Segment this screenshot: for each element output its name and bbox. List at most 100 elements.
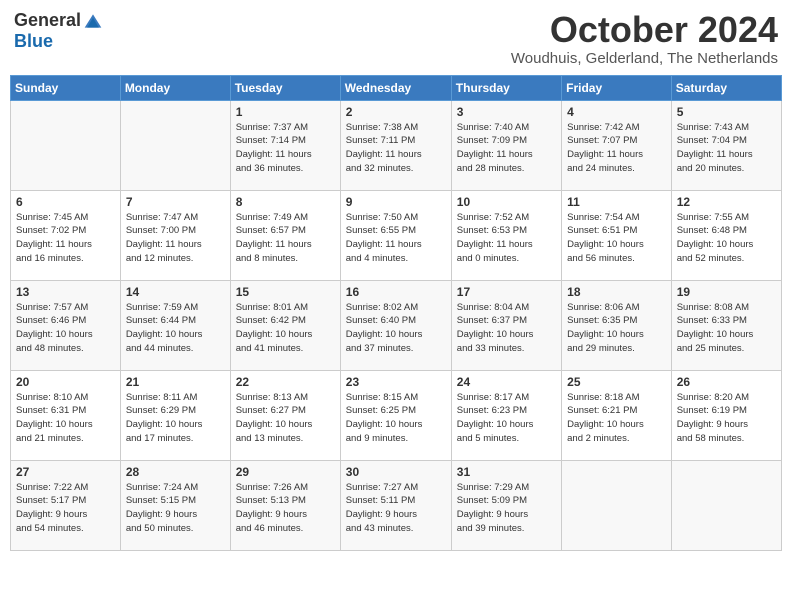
day-info: Sunrise: 7:49 AM Sunset: 6:57 PM Dayligh… — [236, 211, 335, 266]
calendar-week-2: 6 Sunrise: 7:45 AM Sunset: 7:02 PM Daylig… — [11, 190, 782, 280]
calendar-cell: 9 Sunrise: 7:50 AM Sunset: 6:55 PM Daylig… — [340, 190, 451, 280]
calendar-cell: 18Sunrise: 8:06 AM Sunset: 6:35 PM Dayli… — [562, 280, 672, 370]
calendar-cell — [562, 460, 672, 550]
day-number: 5 — [677, 105, 776, 119]
day-info: Sunrise: 8:06 AM Sunset: 6:35 PM Dayligh… — [567, 301, 666, 356]
logo-icon — [83, 11, 103, 31]
day-info: Sunrise: 7:52 AM Sunset: 6:53 PM Dayligh… — [457, 211, 556, 266]
calendar-cell: 27 Sunrise: 7:22 AM Sunset: 5:17 PM Dayli… — [11, 460, 121, 550]
calendar-cell — [671, 460, 781, 550]
weekday-header-tuesday: Tuesday — [230, 75, 340, 100]
day-number: 3 — [457, 105, 556, 119]
day-number: 29 — [236, 465, 335, 479]
day-number: 31 — [457, 465, 556, 479]
day-number: 20 — [16, 375, 115, 389]
day-number: 8 — [236, 195, 335, 209]
calendar-cell: 2 Sunrise: 7:38 AM Sunset: 7:11 PM Daylig… — [340, 100, 451, 190]
calendar-cell: 6 Sunrise: 7:45 AM Sunset: 7:02 PM Daylig… — [11, 190, 121, 280]
day-number: 6 — [16, 195, 115, 209]
weekday-header-friday: Friday — [562, 75, 672, 100]
day-info: Sunrise: 8:13 AM Sunset: 6:27 PM Dayligh… — [236, 391, 335, 446]
day-number: 22 — [236, 375, 335, 389]
calendar-table: SundayMondayTuesdayWednesdayThursdayFrid… — [10, 75, 782, 551]
day-info: Sunrise: 7:54 AM Sunset: 6:51 PM Dayligh… — [567, 211, 666, 266]
calendar-cell: 12Sunrise: 7:55 AM Sunset: 6:48 PM Dayli… — [671, 190, 781, 280]
day-number: 15 — [236, 285, 335, 299]
calendar-cell: 4 Sunrise: 7:42 AM Sunset: 7:07 PM Daylig… — [562, 100, 672, 190]
calendar-cell: 17 Sunrise: 8:04 AM Sunset: 6:37 PM Dayli… — [451, 280, 561, 370]
weekday-header-monday: Monday — [120, 75, 230, 100]
day-info: Sunrise: 7:50 AM Sunset: 6:55 PM Dayligh… — [346, 211, 446, 266]
day-number: 2 — [346, 105, 446, 119]
day-number: 13 — [16, 285, 115, 299]
calendar-cell: 23 Sunrise: 8:15 AM Sunset: 6:25 PM Dayli… — [340, 370, 451, 460]
day-info: Sunrise: 7:42 AM Sunset: 7:07 PM Dayligh… — [567, 121, 666, 176]
logo-general-text: General — [14, 10, 81, 31]
day-number: 9 — [346, 195, 446, 209]
day-info: Sunrise: 7:27 AM Sunset: 5:11 PM Dayligh… — [346, 481, 446, 536]
calendar-cell: 31Sunrise: 7:29 AM Sunset: 5:09 PM Dayli… — [451, 460, 561, 550]
calendar-cell: 7Sunrise: 7:47 AM Sunset: 7:00 PM Daylig… — [120, 190, 230, 280]
calendar-cell: 21 Sunrise: 8:11 AM Sunset: 6:29 PM Dayli… — [120, 370, 230, 460]
calendar-cell: 16Sunrise: 8:02 AM Sunset: 6:40 PM Dayli… — [340, 280, 451, 370]
weekday-header-saturday: Saturday — [671, 75, 781, 100]
calendar-cell: 29 Sunrise: 7:26 AM Sunset: 5:13 PM Dayli… — [230, 460, 340, 550]
day-info: Sunrise: 8:18 AM Sunset: 6:21 PM Dayligh… — [567, 391, 666, 446]
calendar-cell: 1 Sunrise: 7:37 AM Sunset: 7:14 PM Daylig… — [230, 100, 340, 190]
calendar-cell: 19Sunrise: 8:08 AM Sunset: 6:33 PM Dayli… — [671, 280, 781, 370]
day-info: Sunrise: 7:45 AM Sunset: 7:02 PM Dayligh… — [16, 211, 115, 266]
weekday-header-wednesday: Wednesday — [340, 75, 451, 100]
logo-blue-text: Blue — [14, 31, 53, 52]
calendar-cell: 30Sunrise: 7:27 AM Sunset: 5:11 PM Dayli… — [340, 460, 451, 550]
weekday-header-row: SundayMondayTuesdayWednesdayThursdayFrid… — [11, 75, 782, 100]
calendar-cell: 26Sunrise: 8:20 AM Sunset: 6:19 PM Dayli… — [671, 370, 781, 460]
day-number: 27 — [16, 465, 115, 479]
day-info: Sunrise: 7:59 AM Sunset: 6:44 PM Dayligh… — [126, 301, 225, 356]
day-info: Sunrise: 8:08 AM Sunset: 6:33 PM Dayligh… — [677, 301, 776, 356]
calendar-cell — [120, 100, 230, 190]
calendar-cell: 14Sunrise: 7:59 AM Sunset: 6:44 PM Dayli… — [120, 280, 230, 370]
day-info: Sunrise: 7:43 AM Sunset: 7:04 PM Dayligh… — [677, 121, 776, 176]
calendar-cell: 15Sunrise: 8:01 AM Sunset: 6:42 PM Dayli… — [230, 280, 340, 370]
day-number: 4 — [567, 105, 666, 119]
page-header: General Blue October 2024 Woudhuis, Geld… — [10, 10, 782, 67]
calendar-cell: 5 Sunrise: 7:43 AM Sunset: 7:04 PM Daylig… — [671, 100, 781, 190]
day-number: 17 — [457, 285, 556, 299]
calendar-week-1: 1 Sunrise: 7:37 AM Sunset: 7:14 PM Daylig… — [11, 100, 782, 190]
day-info: Sunrise: 7:38 AM Sunset: 7:11 PM Dayligh… — [346, 121, 446, 176]
calendar-cell: 28 Sunrise: 7:24 AM Sunset: 5:15 PM Dayli… — [120, 460, 230, 550]
day-number: 21 — [126, 375, 225, 389]
calendar-week-5: 27 Sunrise: 7:22 AM Sunset: 5:17 PM Dayli… — [11, 460, 782, 550]
weekday-header-thursday: Thursday — [451, 75, 561, 100]
calendar-cell — [11, 100, 121, 190]
day-info: Sunrise: 7:37 AM Sunset: 7:14 PM Dayligh… — [236, 121, 335, 176]
month-title: October 2024 — [511, 10, 778, 50]
calendar-cell: 11 Sunrise: 7:54 AM Sunset: 6:51 PM Dayli… — [562, 190, 672, 280]
day-number: 28 — [126, 465, 225, 479]
day-number: 23 — [346, 375, 446, 389]
day-info: Sunrise: 8:11 AM Sunset: 6:29 PM Dayligh… — [126, 391, 225, 446]
calendar-cell: 10Sunrise: 7:52 AM Sunset: 6:53 PM Dayli… — [451, 190, 561, 280]
day-number: 25 — [567, 375, 666, 389]
day-info: Sunrise: 8:04 AM Sunset: 6:37 PM Dayligh… — [457, 301, 556, 356]
day-info: Sunrise: 7:24 AM Sunset: 5:15 PM Dayligh… — [126, 481, 225, 536]
calendar-week-4: 20Sunrise: 8:10 AM Sunset: 6:31 PM Dayli… — [11, 370, 782, 460]
calendar-cell: 22 Sunrise: 8:13 AM Sunset: 6:27 PM Dayli… — [230, 370, 340, 460]
day-number: 16 — [346, 285, 446, 299]
day-number: 12 — [677, 195, 776, 209]
location-text: Woudhuis, Gelderland, The Netherlands — [511, 50, 778, 67]
day-info: Sunrise: 7:22 AM Sunset: 5:17 PM Dayligh… — [16, 481, 115, 536]
day-info: Sunrise: 7:40 AM Sunset: 7:09 PM Dayligh… — [457, 121, 556, 176]
day-info: Sunrise: 7:26 AM Sunset: 5:13 PM Dayligh… — [236, 481, 335, 536]
day-info: Sunrise: 8:15 AM Sunset: 6:25 PM Dayligh… — [346, 391, 446, 446]
calendar-week-3: 13 Sunrise: 7:57 AM Sunset: 6:46 PM Dayli… — [11, 280, 782, 370]
day-number: 26 — [677, 375, 776, 389]
calendar-cell: 3 Sunrise: 7:40 AM Sunset: 7:09 PM Daylig… — [451, 100, 561, 190]
day-info: Sunrise: 7:57 AM Sunset: 6:46 PM Dayligh… — [16, 301, 115, 356]
day-number: 11 — [567, 195, 666, 209]
logo: General Blue — [14, 10, 103, 52]
title-section: October 2024 Woudhuis, Gelderland, The N… — [511, 10, 778, 67]
calendar-cell: 8 Sunrise: 7:49 AM Sunset: 6:57 PM Daylig… — [230, 190, 340, 280]
day-info: Sunrise: 8:17 AM Sunset: 6:23 PM Dayligh… — [457, 391, 556, 446]
day-number: 1 — [236, 105, 335, 119]
